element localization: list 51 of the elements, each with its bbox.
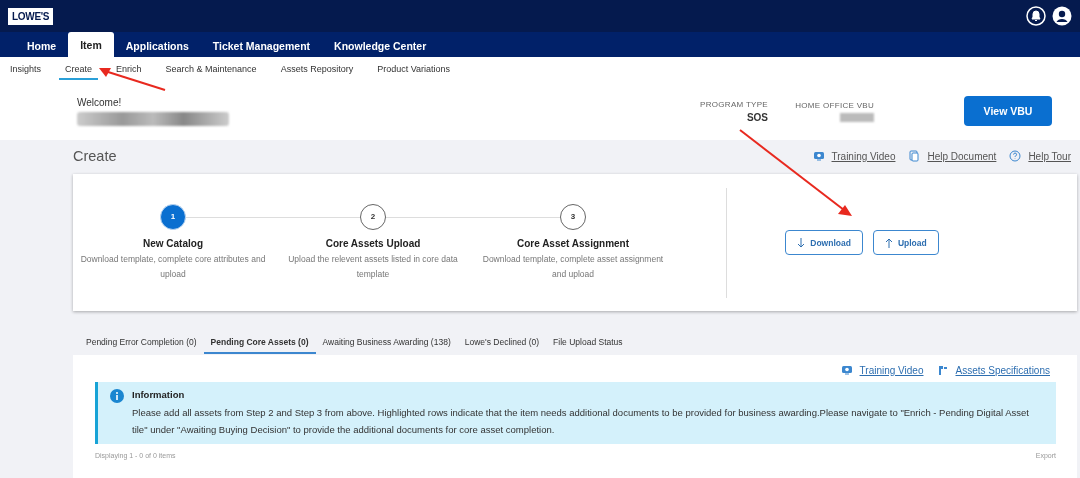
tab[interactable]: Awaiting Business Awarding (138): [315, 333, 458, 354]
information-text: Please add all assets from Step 2 and Step 3 from above. Highlighted rows indicate that the item needs additional documents to be provided for business awarding.Please navigate to "Enrich - Pending Digital Asset tile" under "Awaiting Buying Decision" to provide the additional documents for core asset completion.: [132, 406, 1030, 437]
welcome-text: Welcome!: [77, 96, 123, 108]
information-title: Information: [132, 389, 186, 400]
page-title: Create: [73, 148, 118, 164]
help-link[interactable]: Training Video: [831, 150, 896, 162]
step-number: 2: [360, 203, 386, 230]
document-icon: [907, 149, 922, 163]
field-label: PROGRAM TYPE: [700, 99, 768, 109]
user-icon[interactable]: [1052, 6, 1072, 26]
video-icon: [839, 363, 854, 377]
step-title: Core Asset Assignment: [516, 237, 630, 249]
download-button[interactable]: Download: [785, 230, 863, 255]
upload-button[interactable]: Upload: [872, 230, 939, 255]
subnav-tab[interactable]: Search & Maintenance: [159, 59, 263, 80]
subnav-tab[interactable]: Insights: [4, 59, 48, 80]
bell-icon[interactable]: [1026, 6, 1046, 26]
info-icon: [110, 389, 124, 403]
nav-tab[interactable]: Home: [15, 35, 69, 57]
tab[interactable]: Pending Error Completion (0): [79, 333, 204, 354]
redacted-value: [840, 112, 874, 122]
step-number: 3: [560, 203, 586, 230]
tab[interactable]: File Upload Status: [546, 333, 630, 354]
video-icon: [811, 149, 826, 163]
subnav-tab[interactable]: Assets Repository: [274, 59, 360, 80]
step-number: 1: [160, 203, 186, 230]
panel-link[interactable]: Training Video: [859, 364, 924, 376]
step-title: New Catalog: [143, 237, 203, 249]
step-description: Upload the relevent assets listed in core data template: [287, 252, 459, 281]
nav-tab[interactable]: Applications: [113, 35, 201, 57]
help-icon: [1008, 149, 1023, 163]
view-vbu-button[interactable]: View VBU: [964, 96, 1052, 126]
nav-tab[interactable]: Item: [68, 32, 114, 57]
subnav-tab[interactable]: Create: [59, 59, 99, 80]
panel-link[interactable]: Assets Specifications: [955, 364, 1050, 376]
upload-icon: [884, 237, 893, 248]
step-description: Download template, complete core attributes and upload: [79, 252, 267, 281]
help-link[interactable]: Help Tour: [1028, 150, 1071, 162]
field-label: HOME OFFICE VBU: [795, 100, 874, 110]
field-value: SOS: [746, 111, 768, 123]
subnav-tab[interactable]: Enrich: [110, 59, 148, 80]
nav-tab[interactable]: Ticket Management: [200, 35, 323, 57]
subnav-tab[interactable]: Product Variations: [371, 59, 457, 80]
nav-tab[interactable]: Knowledge Center: [322, 35, 439, 57]
annotation-arrow: [97, 66, 167, 92]
step-description: Download template, complete asset assignment and upload: [481, 252, 665, 281]
download-icon: [797, 237, 806, 248]
step-title: Core Assets Upload: [325, 237, 421, 249]
logo[interactable]: LOWE'S: [8, 7, 54, 25]
help-link[interactable]: Help Document: [927, 150, 997, 162]
tab[interactable]: Lowe's Declined (0): [457, 333, 547, 354]
